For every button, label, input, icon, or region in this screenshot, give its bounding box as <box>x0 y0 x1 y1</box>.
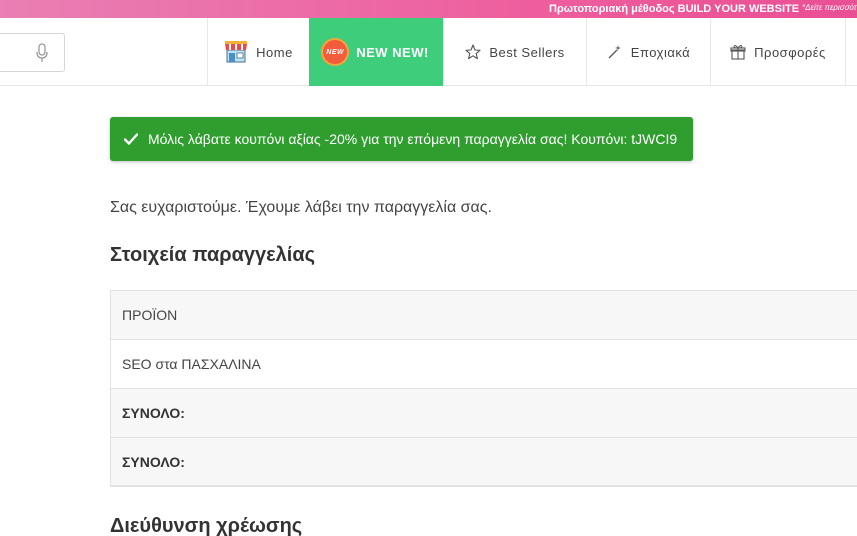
star-icon <box>465 44 481 60</box>
subtotal-row: ΣΥΝΟΛΟ: <box>111 389 857 438</box>
nav-item-best-sellers[interactable]: Best Sellers <box>443 18 586 86</box>
nav-label-seasonal: Εποχιακά <box>630 44 691 60</box>
subtotal-label: ΣΥΝΟΛΟ: <box>122 405 185 421</box>
nav-label-home: Home <box>256 44 293 60</box>
promo-note: *Δείτε περισσότ <box>802 3 857 12</box>
magic-wand-icon <box>607 44 623 60</box>
order-details-table: ΠΡΟΪΟΝ SEO στα ΠΑΣΧΑΛΙΝΑ ΣΥΝΟΛΟ: ΣΥΝΟΛΟ: <box>110 290 857 487</box>
new-badge-icon: NEW <box>323 40 348 64</box>
nav-label-offers: Προσφορές <box>754 44 826 60</box>
product-name[interactable]: SEO στα ΠΑΣΧΑΛΙΝΑ <box>122 356 261 372</box>
table-header-product: ΠΡΟΪΟΝ <box>122 307 178 323</box>
total-label: ΣΥΝΟΛΟ: <box>122 453 185 470</box>
billing-address-title: Διεύθυνση χρέωσης <box>110 515 303 536</box>
nav-item-new[interactable]: NEW NEW NEW! <box>309 18 443 86</box>
nav-item-offers[interactable]: Προσφορές <box>710 18 846 86</box>
table-row: SEO στα ΠΑΣΧΑΛΙΝΑ <box>111 340 857 389</box>
coupon-notice: Μόλις λάβατε κουπόνι αξίας -20% για την … <box>110 117 693 161</box>
total-row: ΣΥΝΟΛΟ: <box>111 438 857 487</box>
search-input[interactable] <box>0 33 65 72</box>
nav-item-home[interactable]: Home <box>207 18 309 86</box>
nav-label-best-sellers: Best Sellers <box>489 44 565 60</box>
gift-icon <box>730 44 746 60</box>
nav-label-new: NEW NEW! <box>356 44 429 60</box>
microphone-icon[interactable] <box>35 43 49 63</box>
coupon-notice-text: Μόλις λάβατε κουπόνι αξίας -20% για την … <box>148 131 678 147</box>
promo-text[interactable]: Πρωτοποριακή μέθοδος BUILD YOUR WEBSITE <box>549 0 799 18</box>
order-details-title: Στοιχεία παραγγελίας <box>110 244 316 266</box>
shop-icon <box>224 41 248 63</box>
table-header-row: ΠΡΟΪΟΝ <box>111 291 857 340</box>
check-icon <box>124 133 138 145</box>
promo-bar[interactable]: Πρωτοποριακή μέθοδος BUILD YOUR WEBSITE … <box>0 0 857 18</box>
thank-you-message: Σας ευχαριστούμε. Έχουμε λάβει την παραγ… <box>110 199 492 216</box>
main-navigation: Home NEW NEW NEW! Best Sellers Εποχιακά <box>0 18 857 86</box>
nav-item-seasonal[interactable]: Εποχιακά <box>586 18 710 86</box>
